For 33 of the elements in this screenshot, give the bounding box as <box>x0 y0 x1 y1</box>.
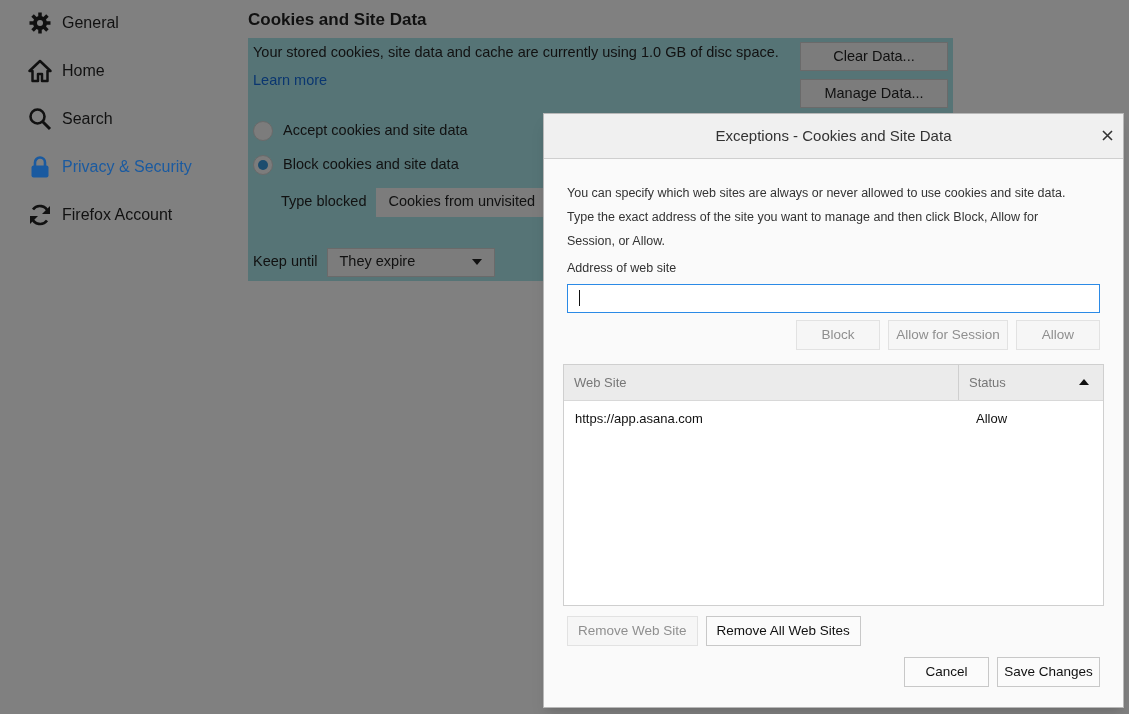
keep-until-dropdown[interactable]: They expire <box>326 247 495 277</box>
gear-icon <box>28 11 52 35</box>
sync-icon <box>28 203 52 227</box>
table-cell-text: https://app.asana.com <box>574 410 704 428</box>
dialog-title: Exceptions - Cookies and Site Data <box>715 125 952 146</box>
usage-text: Your stored cookies, site data and cache are currently using 1.0 GB of disc space. <box>253 43 780 62</box>
radio-label: Block cookies and site data <box>283 154 459 174</box>
data-button[interactable]: Manage Data... <box>800 79 948 108</box>
home-icon <box>28 59 52 83</box>
table-cell-text: Allow <box>975 410 1008 428</box>
sidebar-item[interactable]: Home <box>28 58 248 84</box>
list-action-button[interactable]: Remove All Web Sites <box>705 615 861 646</box>
address-field[interactable] <box>567 283 1100 313</box>
radio-button[interactable] <box>253 154 273 175</box>
section-title: Cookies and Site Data <box>248 9 428 31</box>
lock-icon <box>28 155 52 179</box>
dropdown-caret-icon <box>471 259 482 265</box>
sidebar-item[interactable]: Firefox Account <box>28 202 248 228</box>
data-button[interactable]: Clear Data... <box>800 42 948 71</box>
footer-button[interactable]: Cancel <box>904 656 989 687</box>
search-icon <box>28 107 52 131</box>
sidebar-item[interactable]: General <box>28 10 248 36</box>
column-header[interactable]: Web Site <box>564 364 958 400</box>
column-header[interactable]: Status <box>958 364 1103 400</box>
address-label: Address of web site <box>567 260 678 277</box>
radio-label: Accept cookies and site data <box>283 121 468 140</box>
close-icon[interactable] <box>1102 130 1113 141</box>
sidebar-item[interactable]: Search <box>28 106 248 132</box>
keep-until-label: Keep until <box>253 252 318 272</box>
radio-button[interactable] <box>253 120 273 141</box>
learn-more-link[interactable]: Learn more <box>253 69 328 92</box>
type-blocked-label: Type blocked <box>281 192 367 212</box>
footer-button[interactable]: Save Changes <box>997 656 1100 687</box>
